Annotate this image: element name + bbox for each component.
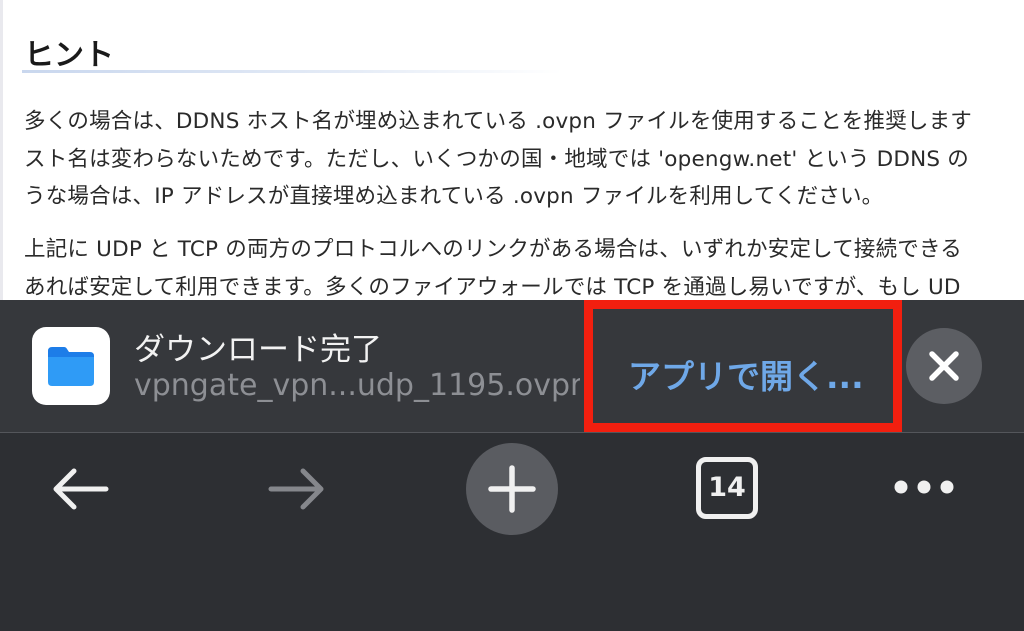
forward-button[interactable] — [267, 466, 327, 516]
tab-switcher-button[interactable]: 14 — [696, 457, 758, 519]
files-folder-icon — [32, 327, 110, 405]
plus-icon — [488, 465, 536, 513]
back-button[interactable] — [50, 466, 110, 516]
paragraph-line: あれば安定して利用できます。多くのファイアウォールでは TCP を通過し易いです… — [24, 275, 961, 300]
close-download-button[interactable] — [906, 328, 982, 404]
page-edge — [0, 0, 3, 300]
more-menu-button[interactable] — [893, 478, 955, 500]
download-complete-bar: ダウンロード完了 vpngate_vpn...udp_1195.ovpn アプリ… — [0, 300, 1024, 432]
tab-count: 14 — [708, 472, 746, 503]
back-arrow-icon — [53, 468, 109, 510]
paragraph-line: 上記に UDP と TCP の両方のプロトコルへのリンクがある場合は、いずれか安… — [24, 237, 962, 262]
web-page-content: ヒント 多くの場合は、DDNS ホスト名が埋め込まれている .ovpn ファイル… — [0, 0, 1024, 300]
more-icon — [894, 480, 954, 494]
download-filename: vpngate_vpn...udp_1195.ovpn — [134, 368, 580, 403]
open-in-app-button[interactable]: アプリで開く... — [584, 300, 902, 432]
download-title: ダウンロード完了 — [134, 332, 382, 368]
close-icon — [929, 351, 959, 381]
browser-toolbar: 14 — [0, 433, 1024, 631]
section-heading: ヒント — [24, 38, 114, 73]
forward-arrow-icon — [268, 468, 324, 510]
paragraph-line: うな場合は、IP アドレスが直接埋め込まれている .ovpn ファイルを利用して… — [24, 184, 884, 209]
new-tab-button[interactable] — [466, 443, 558, 535]
paragraph-line: 多くの場合は、DDNS ホスト名が埋め込まれている .ovpn ファイルを使用す… — [24, 109, 972, 134]
heading-underline — [22, 70, 562, 73]
open-in-app-label: アプリで開く... — [628, 357, 864, 396]
paragraph-line: スト名は変わらないためです。ただし、いくつかの国・地域では 'opengw.ne… — [24, 147, 969, 172]
